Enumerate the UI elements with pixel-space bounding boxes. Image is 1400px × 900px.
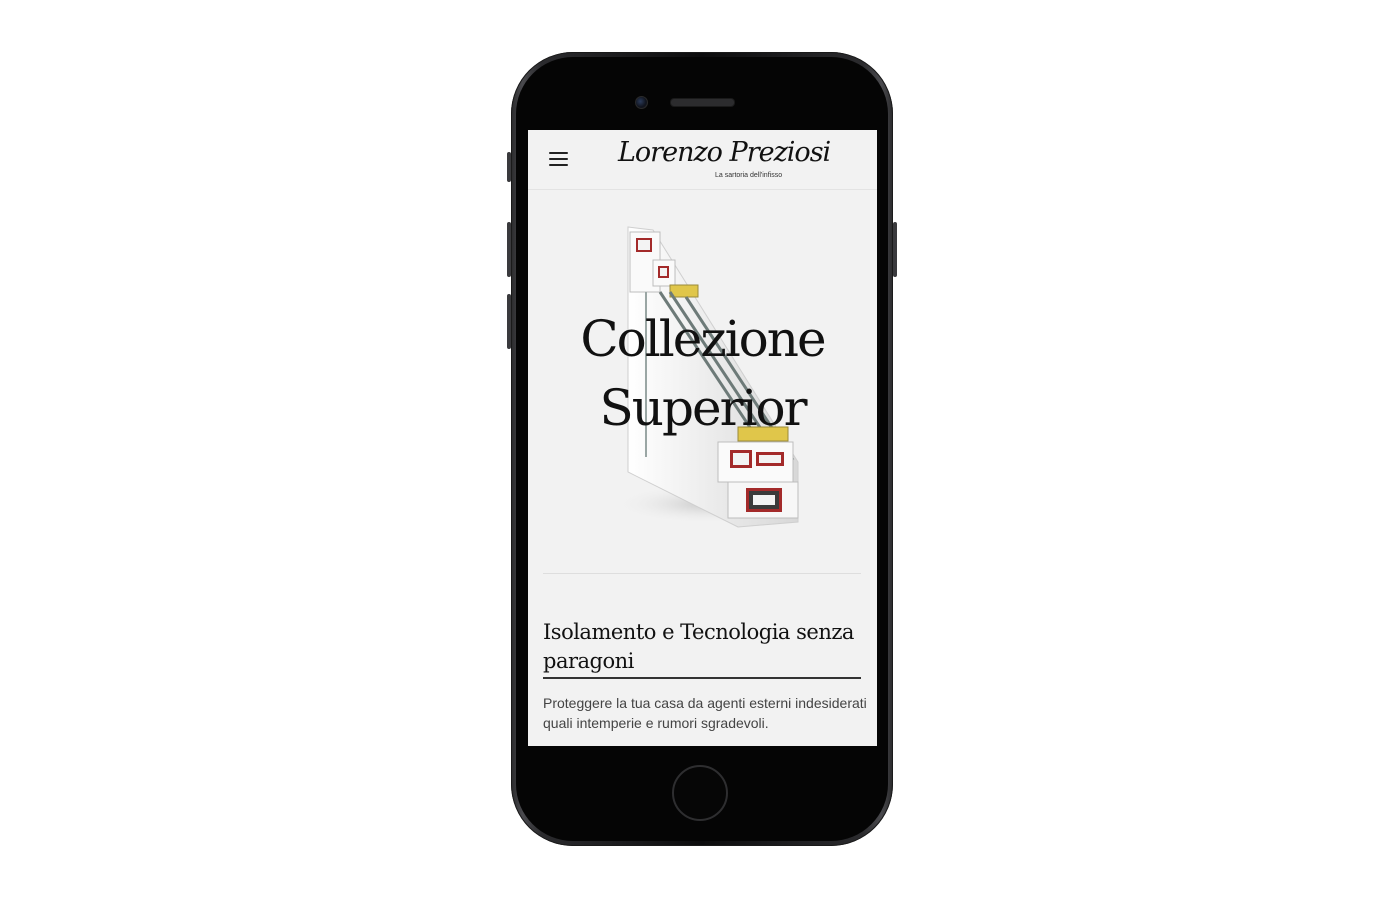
site-logo[interactable]: Lorenzo Preziosi La sartoria dell'infiss… bbox=[618, 135, 831, 183]
home-button[interactable] bbox=[672, 765, 728, 821]
logo-script-text: Lorenzo Preziosi bbox=[618, 137, 831, 168]
hero-banner: Collezione Superior bbox=[528, 190, 877, 573]
section-heading: Isolamento e Tecnologia senza paragoni bbox=[543, 620, 854, 673]
section-divider bbox=[543, 573, 861, 574]
volume-up-button bbox=[507, 222, 511, 277]
hero-title-line2: Superior bbox=[599, 379, 808, 437]
volume-down-button bbox=[507, 294, 511, 349]
mute-switch bbox=[507, 152, 511, 182]
earpiece-speaker bbox=[670, 98, 735, 107]
front-camera bbox=[635, 96, 648, 109]
logo-tagline: La sartoria dell'infisso bbox=[715, 172, 783, 179]
hamburger-menu-icon[interactable] bbox=[549, 152, 568, 167]
hero-title-line1: Collezione bbox=[580, 310, 826, 368]
power-button bbox=[893, 222, 897, 277]
phone-screen: Lorenzo Preziosi La sartoria dell'infiss… bbox=[528, 130, 877, 746]
hero-title: Collezione Superior bbox=[528, 305, 877, 443]
site-header: Lorenzo Preziosi La sartoria dell'infiss… bbox=[528, 130, 877, 190]
heading-underline bbox=[543, 677, 861, 679]
section-paragraph: Proteggere la tua casa da agenti esterni… bbox=[543, 695, 867, 731]
